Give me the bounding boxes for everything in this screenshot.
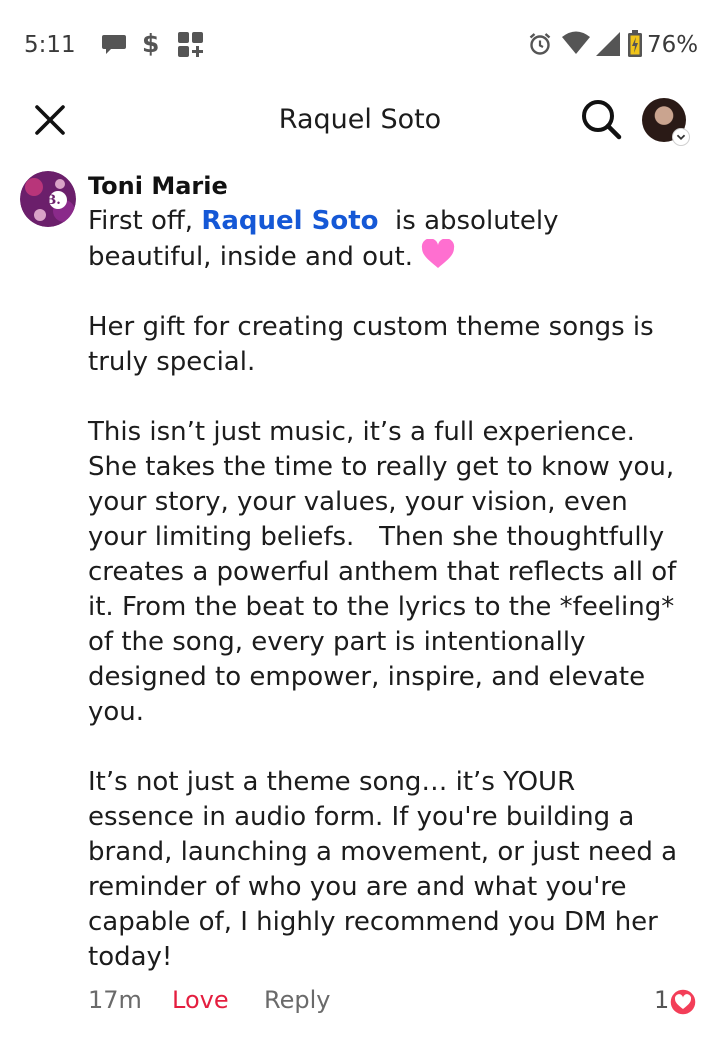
author-avatar-logo-text: B. (45, 193, 61, 208)
wifi-icon (562, 31, 590, 54)
battery-charging-icon (628, 30, 642, 57)
battery-percent: 76% (647, 32, 699, 58)
love-button[interactable]: Love (172, 986, 229, 1014)
chat-bubble-icon (102, 35, 126, 54)
comment-timestamp: 17m (88, 986, 142, 1014)
comment-paragraph-2: Her gift for creating custom theme songs… (88, 312, 654, 377)
comment-body: First off, Raquel Soto is absolutely bea… (88, 204, 688, 1010)
header-bar: Raquel Soto (0, 90, 720, 150)
alarm-icon (529, 33, 551, 55)
author-avatar-image: B. (20, 171, 76, 227)
reply-button[interactable]: Reply (264, 986, 330, 1014)
comment-text: First off, (88, 206, 202, 236)
comment-paragraph-1: First off, Raquel Soto is absolutely bea… (88, 204, 688, 275)
comment-author[interactable]: Toni Marie (88, 172, 228, 200)
reaction-count: 1 (654, 986, 670, 1014)
chevron-down-icon (672, 128, 690, 146)
mention-link[interactable]: Raquel Soto (201, 206, 378, 236)
dollar-icon: $ (142, 29, 160, 58)
author-avatar[interactable]: B. (20, 171, 76, 227)
love-reaction-icon[interactable] (669, 988, 697, 1016)
pink-heart-emoji (422, 239, 455, 268)
comment-paragraph-3: This isn’t just music, it’s a full exper… (88, 417, 685, 727)
status-bar: 5:11 $ 76% (0, 0, 720, 90)
add-widget-icon (178, 32, 203, 57)
cell-signal-icon (596, 32, 620, 56)
search-icon[interactable] (578, 96, 624, 142)
status-time: 5:11 (24, 32, 76, 58)
comment-paragraph-4: It’s not just a theme song… it’s YOUR es… (88, 767, 678, 972)
profile-avatar[interactable] (642, 98, 690, 146)
